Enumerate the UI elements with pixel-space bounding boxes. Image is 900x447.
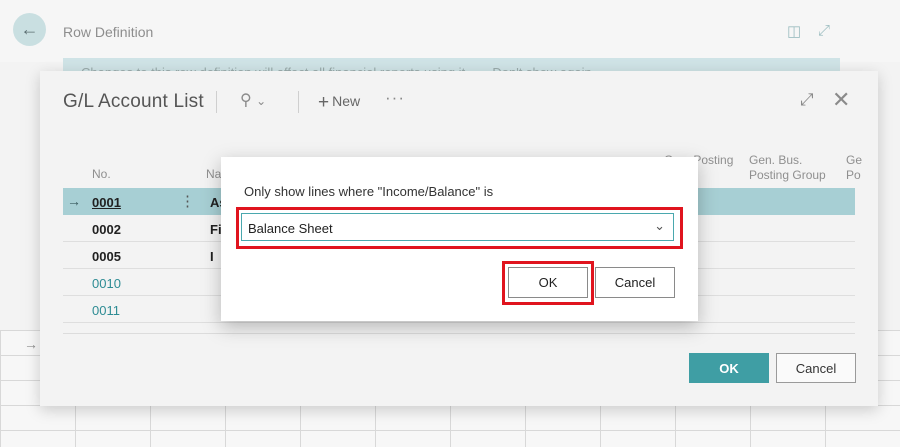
account-no[interactable]: 0001	[92, 195, 121, 210]
column-header-line: Gen. Bus.	[749, 153, 803, 167]
new-button[interactable]: + New	[318, 92, 360, 114]
account-no[interactable]: 0010	[92, 276, 121, 291]
page-header: ← Row Definition ◫ ⤢	[0, 0, 900, 62]
cancel-button[interactable]: Cancel	[776, 353, 856, 383]
back-button[interactable]: ←	[13, 13, 46, 46]
column-header-name[interactable]: Na	[206, 167, 221, 182]
row-actions-icon[interactable]: ⋮	[180, 192, 195, 210]
close-icon[interactable]: ✕	[832, 87, 850, 113]
search-icon[interactable]: ⚲ ⌄	[240, 90, 266, 110]
page-title: Row Definition	[63, 24, 154, 40]
new-button-label: New	[332, 93, 361, 109]
dialog-ok-button[interactable]: OK	[508, 267, 588, 298]
selected-row-arrow-icon: →	[67, 193, 81, 209]
filter-dialog: Only show lines where "Income/Balance" i…	[221, 157, 698, 321]
ok-button[interactable]: OK	[689, 353, 769, 383]
open-in-new-window-icon[interactable]: ◫	[787, 22, 801, 40]
column-header-line: Posting Group	[749, 168, 826, 182]
more-options-icon[interactable]: ···	[385, 88, 405, 108]
column-header-no[interactable]: No.	[92, 167, 111, 182]
income-balance-select[interactable]: Balance Sheet ⌄	[241, 213, 674, 241]
column-header-line: Po	[846, 168, 861, 182]
divider	[63, 333, 855, 334]
account-no[interactable]: 0005	[92, 249, 121, 264]
toolbar-divider	[216, 91, 217, 113]
select-value: Balance Sheet	[248, 221, 333, 236]
account-name: I	[210, 249, 214, 264]
account-no[interactable]: 0002	[92, 222, 121, 237]
account-no[interactable]: 0011	[92, 303, 120, 318]
chevron-down-icon: ⌄	[654, 218, 665, 233]
expand-icon[interactable]: ⤢	[818, 22, 830, 39]
filter-label: Only show lines where "Income/Balance" i…	[244, 184, 494, 199]
column-header-gen-prod-posting-group[interactable]: Ge Po	[846, 153, 862, 183]
column-header-line: Ge	[846, 153, 863, 167]
plus-icon: +	[318, 92, 330, 113]
row-arrow-icon: →	[24, 336, 38, 352]
panel-title: G/L Account List	[63, 91, 204, 112]
chevron-down-icon: ⌄	[256, 94, 267, 108]
expand-icon[interactable]: ⤢	[800, 90, 814, 110]
back-arrow-icon: ←	[20, 19, 39, 39]
column-header-gen-bus-posting-group[interactable]: Gen. Bus. Posting Group	[749, 153, 826, 183]
account-name: Fi	[210, 222, 222, 237]
dialog-cancel-button[interactable]: Cancel	[595, 267, 675, 298]
toolbar-divider	[298, 91, 299, 113]
